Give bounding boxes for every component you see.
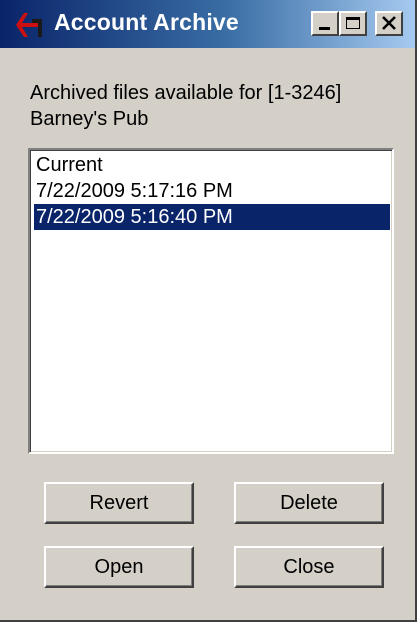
title-bar[interactable]: Account Archive (0, 0, 415, 48)
close-window-button[interactable] (375, 11, 403, 36)
close-icon (382, 16, 396, 30)
revert-button[interactable]: Revert (44, 482, 194, 524)
list-item-archive-1[interactable]: 7/22/2009 5:17:16 PM (34, 178, 390, 204)
account-archive-window: Account Archive Archived files available… (0, 0, 417, 622)
minimize-icon (319, 27, 330, 30)
archive-description: Archived files available for [1-3246] Ba… (30, 80, 400, 132)
description-line-2: Barney's Pub (30, 108, 149, 130)
minimize-button[interactable] (311, 11, 339, 36)
list-item-current[interactable]: Current (34, 152, 390, 178)
delete-button[interactable]: Delete (234, 482, 384, 524)
red-arrow-app-icon (16, 13, 42, 37)
maximize-button[interactable] (339, 11, 367, 36)
close-button[interactable]: Close (234, 546, 384, 588)
description-line-1: Archived files available for [1-3246] (30, 82, 342, 104)
archive-listbox[interactable]: Current 7/22/2009 5:17:16 PM 7/22/2009 5… (28, 148, 394, 454)
window-title: Account Archive (54, 9, 239, 35)
list-item-archive-2[interactable]: 7/22/2009 5:16:40 PM (34, 204, 390, 230)
maximize-icon (346, 17, 360, 29)
open-button[interactable]: Open (44, 546, 194, 588)
